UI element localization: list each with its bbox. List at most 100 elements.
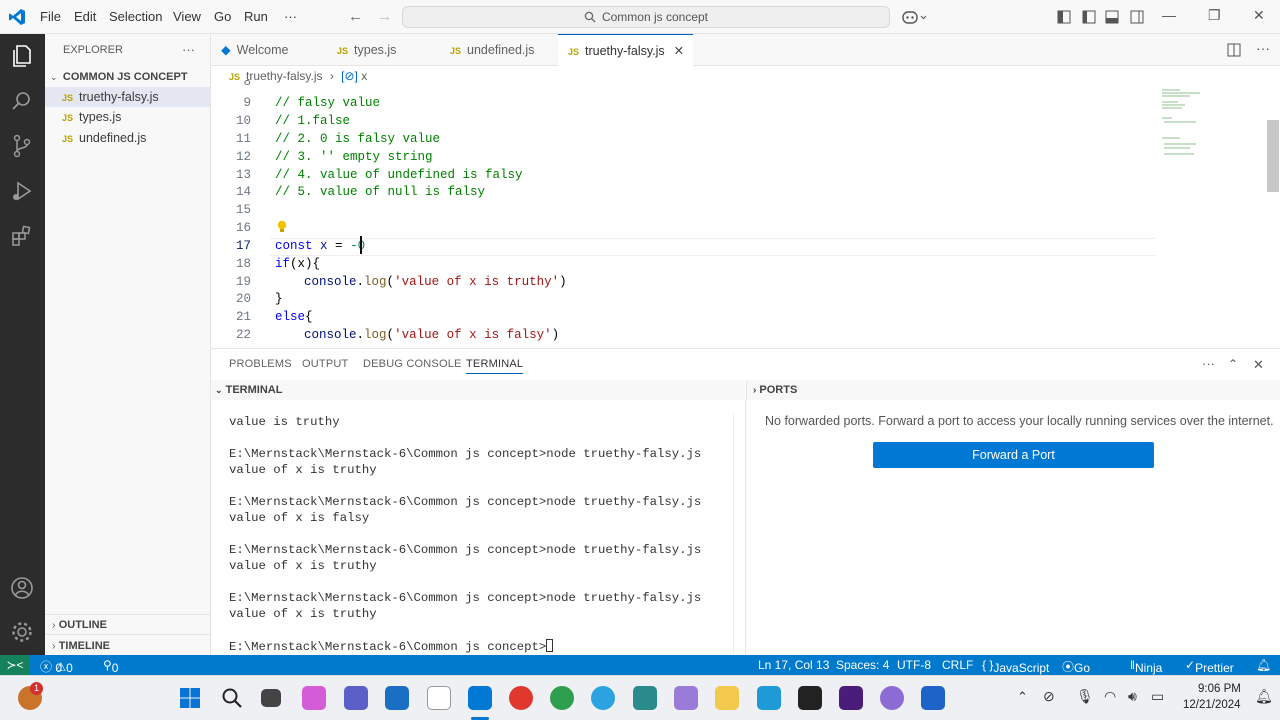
close-tab-icon[interactable]: ✕ xyxy=(674,44,684,58)
extensions-icon[interactable] xyxy=(9,223,35,249)
notifications-icon[interactable]: 🔔︎ xyxy=(1256,658,1271,672)
explorer-icon[interactable] xyxy=(9,43,35,69)
app-icon[interactable] xyxy=(880,686,904,710)
terminal-prompt[interactable]: E:\Mernstack\Mernstack-6\Common js conce… xyxy=(229,639,554,654)
copilot-icon[interactable] xyxy=(902,9,928,25)
premiere-icon[interactable] xyxy=(839,686,863,710)
folder-header[interactable]: ⌄ COMMON JS CONCEPT xyxy=(50,69,210,87)
command-center-search[interactable]: Common js concept xyxy=(402,6,890,28)
minimize-icon[interactable]: — xyxy=(1162,7,1176,23)
telegram-icon[interactable] xyxy=(591,686,615,710)
notepad-icon[interactable] xyxy=(427,686,451,710)
mysql-icon[interactable] xyxy=(633,686,657,710)
problems-status[interactable]: ⓧ 0 ⚠ 0 xyxy=(40,658,73,675)
gear-icon[interactable] xyxy=(9,619,35,645)
app-icon[interactable] xyxy=(921,686,945,710)
file-item-truethy-falsy[interactable]: JS truethy-falsy.js xyxy=(45,87,210,107)
timeline-section[interactable]: › TIMELINE xyxy=(52,638,110,652)
cursor-position[interactable]: Ln 17, Col 13 xyxy=(758,658,829,672)
forward-port-button[interactable]: Forward a Port xyxy=(873,442,1154,468)
title-bar: File Edit Selection View Go Run ··· ← → … xyxy=(0,0,1280,34)
tab-undefined[interactable]: JS undefined.js xyxy=(440,34,558,66)
editor-more-icon[interactable]: ··· xyxy=(1256,40,1270,56)
search-activity-icon[interactable] xyxy=(9,88,35,114)
toggle-secondary-sidebar-icon[interactable] xyxy=(1130,10,1144,24)
back-arrow-icon[interactable]: ← xyxy=(348,8,363,25)
lightbulb-icon[interactable] xyxy=(276,220,288,234)
ninja-status[interactable]: ‖ Ninja xyxy=(1130,658,1162,675)
terminal-app-icon[interactable] xyxy=(798,686,822,710)
tab-output[interactable]: OUTPUT xyxy=(302,358,348,370)
file-item-types[interactable]: JS types.js xyxy=(45,107,210,127)
remote-icon[interactable]: ≻< xyxy=(0,655,30,675)
indentation[interactable]: Spaces: 4 xyxy=(836,658,889,672)
wifi-icon[interactable]: ◠ xyxy=(1104,688,1116,705)
task-view-icon[interactable] xyxy=(261,689,281,707)
menu-go[interactable]: Go xyxy=(214,9,231,24)
customize-layout-icon[interactable] xyxy=(1057,10,1071,24)
editor-scrollbar[interactable] xyxy=(1267,120,1279,192)
menu-view[interactable]: View xyxy=(173,9,201,24)
tab-terminal[interactable]: TERMINAL xyxy=(466,358,524,374)
menu-more[interactable]: ··· xyxy=(284,9,297,24)
menu-selection[interactable]: Selection xyxy=(109,9,162,24)
menu-run[interactable]: Run xyxy=(244,9,268,24)
tab-welcome[interactable]: ◆ Welcome xyxy=(211,34,324,66)
tab-types[interactable]: JS types.js xyxy=(327,34,437,66)
language-mode[interactable]: { } JavaScript xyxy=(982,658,1049,675)
breadcrumb-file[interactable]: truethy-falsy.js xyxy=(246,69,322,83)
restore-icon[interactable]: ❐ xyxy=(1208,7,1221,24)
forward-arrow-icon[interactable]: → xyxy=(377,8,392,25)
vscode-taskbar-icon[interactable] xyxy=(468,686,492,710)
menu-file[interactable]: File xyxy=(40,9,61,24)
file-item-undefined[interactable]: JS undefined.js xyxy=(45,128,210,148)
code-editor[interactable] xyxy=(211,86,1280,348)
file-explorer-icon[interactable] xyxy=(715,686,739,710)
breadcrumb-symbol[interactable]: x xyxy=(361,69,367,83)
tab-debug-console[interactable]: DEBUG CONSOLE xyxy=(363,358,462,370)
store-icon[interactable] xyxy=(385,686,409,710)
go-live-button[interactable]: ⦿ Go Live xyxy=(1062,658,1096,689)
ports-section-header[interactable]: › PORTS xyxy=(746,380,1280,400)
ports-status[interactable]: ⚲ 0 xyxy=(103,658,118,675)
tab-problems[interactable]: PROBLEMS xyxy=(229,358,292,370)
windows-start-icon[interactable] xyxy=(178,686,202,710)
maximize-panel-icon[interactable]: ⌃ xyxy=(1228,357,1238,371)
toggle-panel-icon[interactable] xyxy=(1105,10,1119,24)
chevron-right-icon: › xyxy=(52,620,56,631)
menu-edit[interactable]: Edit xyxy=(74,9,96,24)
terminal-section-header[interactable]: ⌄ TERMINAL xyxy=(211,380,745,400)
minimap[interactable] xyxy=(1160,88,1240,168)
teams-icon[interactable] xyxy=(344,686,368,710)
clock-time[interactable]: 9:06 PM xyxy=(1198,683,1241,695)
settings-app-icon[interactable] xyxy=(757,686,781,710)
network-off-icon[interactable]: ⊘ xyxy=(1043,688,1055,705)
panel-more-icon[interactable]: ··· xyxy=(1202,356,1215,371)
close-panel-icon[interactable]: ✕ xyxy=(1253,357,1264,373)
notification-bell-icon[interactable]: 🔔︎ xyxy=(1255,688,1273,705)
source-control-icon[interactable] xyxy=(9,133,35,159)
accounts-icon[interactable] xyxy=(9,575,35,601)
microphone-icon[interactable]: 🎙︎ xyxy=(1076,688,1094,705)
terminal-scrollbar[interactable] xyxy=(733,414,743,654)
close-window-icon[interactable]: ✕ xyxy=(1253,7,1265,24)
toggle-sidebar-icon[interactable] xyxy=(1082,10,1096,24)
battery-icon[interactable]: ▭ xyxy=(1151,688,1164,705)
chrome-profile-icon[interactable] xyxy=(550,686,574,710)
outline-section[interactable]: › OUTLINE xyxy=(52,617,107,631)
split-editor-icon[interactable] xyxy=(1227,43,1241,57)
code-line-comment: // 4. value of undefined is falsy xyxy=(275,168,523,182)
chrome-icon[interactable] xyxy=(509,686,533,710)
prettier-status[interactable]: ✓ Prettier xyxy=(1185,658,1234,675)
tab-truethy-falsy[interactable]: JS truethy-falsy.js ✕ xyxy=(558,34,693,67)
search-icon[interactable] xyxy=(220,686,244,710)
clock-date[interactable]: 12/21/2024 xyxy=(1183,699,1241,711)
pen-app-icon[interactable] xyxy=(674,686,698,710)
run-debug-icon[interactable] xyxy=(9,178,35,204)
chevron-up-icon[interactable]: ⌃ xyxy=(1017,689,1028,705)
encoding[interactable]: UTF-8 xyxy=(897,658,931,672)
volume-icon[interactable]: 🔊︎ xyxy=(1128,688,1137,705)
explorer-more-icon[interactable]: ··· xyxy=(182,42,195,57)
copilot-app-icon[interactable] xyxy=(302,686,326,710)
line-ending[interactable]: CRLF xyxy=(942,658,973,672)
